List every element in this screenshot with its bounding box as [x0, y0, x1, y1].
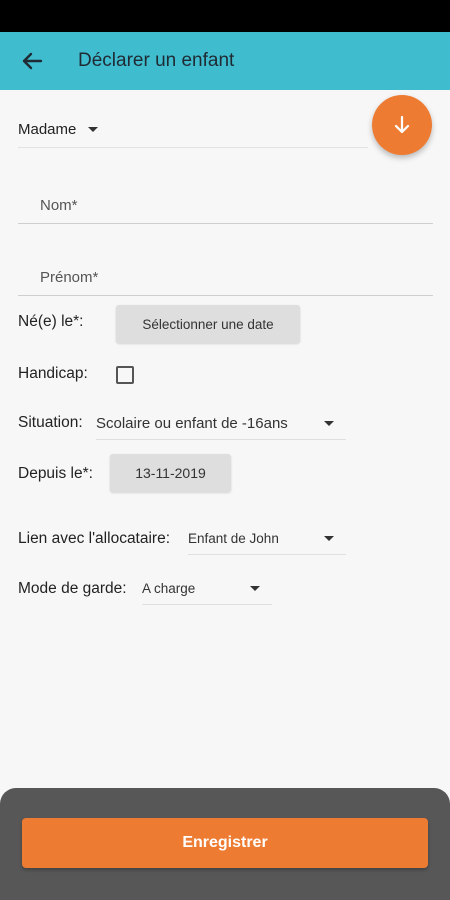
civility-value: Madame	[18, 121, 77, 138]
civility-select[interactable]: Madame	[18, 112, 368, 148]
chevron-down-icon	[250, 586, 260, 591]
nom-field-container	[18, 188, 433, 224]
since-date-button[interactable]: 13-11-2019	[110, 454, 231, 492]
link-value: Enfant de John	[188, 531, 279, 546]
save-button[interactable]: Enregistrer	[22, 818, 428, 868]
birth-date-button[interactable]: Sélectionner une date	[116, 305, 300, 343]
custody-select[interactable]: A charge	[142, 573, 272, 605]
link-select[interactable]: Enfant de John	[188, 523, 346, 555]
arrow-down-icon	[394, 115, 410, 134]
link-label: Lien avec l'allocataire:	[18, 530, 171, 547]
back-button[interactable]	[0, 32, 64, 90]
chevron-down-icon	[324, 536, 334, 541]
chevron-down-icon	[88, 127, 99, 132]
handicap-label: Handicap:	[18, 365, 88, 382]
arrow-left-icon	[22, 52, 43, 70]
scroll-down-button[interactable]	[372, 95, 432, 155]
since-label: Depuis le*:	[18, 465, 93, 482]
chevron-down-icon	[324, 421, 334, 426]
prenom-input[interactable]	[40, 260, 420, 294]
situation-value: Scolaire ou enfant de -16ans	[96, 415, 288, 432]
birth-label: Né(e) le*:	[18, 313, 84, 330]
handicap-checkbox[interactable]	[116, 366, 134, 384]
app-bar: Déclarer un enfant	[0, 32, 450, 90]
status-bar	[0, 0, 450, 32]
page-title: Déclarer un enfant	[78, 50, 235, 71]
prenom-field-container	[18, 260, 433, 296]
custody-label: Mode de garde:	[18, 580, 127, 597]
custody-value: A charge	[142, 581, 196, 596]
situation-label: Situation:	[18, 414, 83, 431]
nom-input[interactable]	[40, 188, 420, 222]
situation-select[interactable]: Scolaire ou enfant de -16ans	[96, 408, 346, 440]
